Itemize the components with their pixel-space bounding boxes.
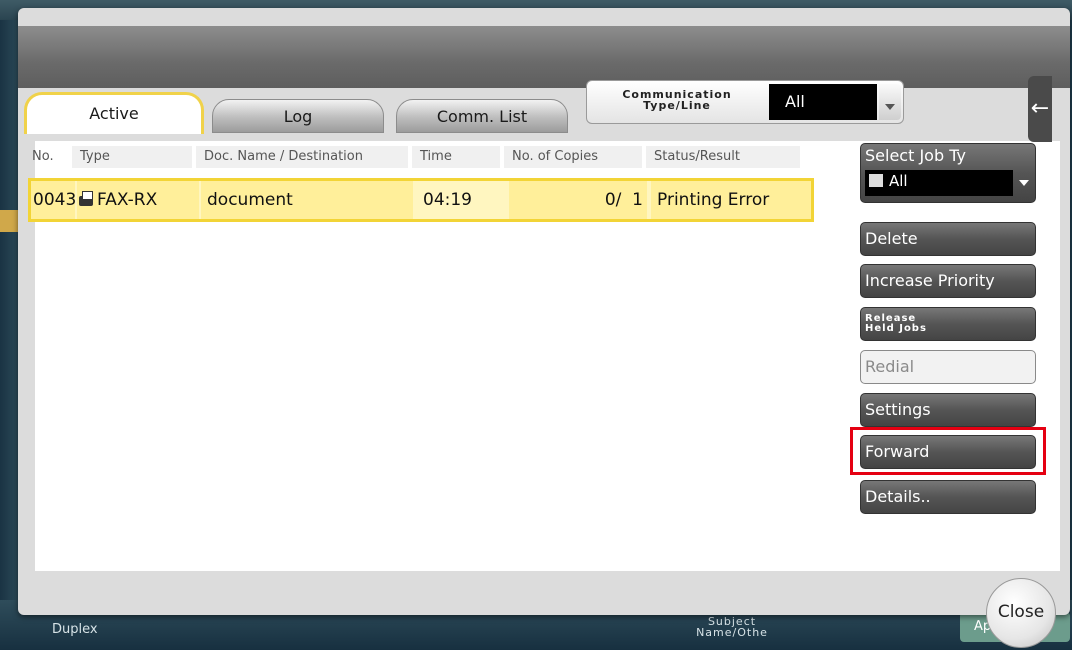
dialog-header (18, 26, 1070, 88)
comm-type-value: All (769, 84, 877, 120)
doc-name: document (201, 181, 413, 219)
chevron-down-icon[interactable] (879, 84, 901, 120)
comm-type-label: Communication Type/Line (622, 88, 732, 112)
tab-active[interactable]: Active (24, 92, 204, 134)
select-job-type[interactable]: Select Job Ty All (860, 143, 1036, 203)
back-arrow-icon[interactable]: ← (1028, 76, 1052, 142)
background-label-subject: Subject Name/Othe (696, 615, 768, 639)
release-held-jobs-button[interactable]: Release Held Jobs (860, 307, 1036, 341)
job-type: FAX-RX (97, 190, 158, 210)
job-copies: 0/ 1 (509, 181, 647, 219)
column-header-status: Status/Result (646, 146, 800, 168)
forward-highlight-box (850, 427, 1046, 475)
job-number: 0043 (31, 181, 76, 219)
delete-button[interactable]: Delete (860, 222, 1036, 256)
increase-priority-button[interactable]: Increase Priority (860, 264, 1036, 298)
job-status: Printing Error (651, 181, 811, 219)
column-header-copies: No. of Copies (504, 146, 642, 168)
fax-icon (77, 190, 95, 208)
background-label-duplex: Duplex (52, 622, 98, 637)
job-time: 04:19 (417, 181, 505, 219)
background-left-strip (0, 20, 20, 650)
details-button[interactable]: Details.. (860, 480, 1036, 514)
select-job-value: All (865, 170, 1013, 196)
redial-button[interactable]: Redial (860, 350, 1036, 384)
column-header-type: Type (72, 146, 192, 168)
table-row[interactable]: 0043 FAX-RX document 04:19 0/ 1 Printing… (28, 178, 814, 222)
settings-button[interactable]: Settings (860, 393, 1036, 427)
tab-comm-list[interactable]: Comm. List (396, 99, 568, 133)
jobs-icon (869, 174, 883, 187)
column-header-no: No. (32, 149, 54, 164)
column-header-time: Time (412, 146, 500, 168)
column-header-doc-name: Doc. Name / Destination (196, 146, 408, 168)
select-job-label: Select Job Ty (865, 146, 966, 165)
tab-log[interactable]: Log (212, 99, 384, 133)
background-left-marker (0, 210, 20, 232)
job-type-cell: FAX-RX (77, 181, 199, 219)
comm-type-select[interactable]: Communication Type/Line All (586, 80, 904, 124)
chevron-down-icon[interactable] (1015, 170, 1033, 196)
close-button[interactable]: Close (986, 578, 1056, 648)
